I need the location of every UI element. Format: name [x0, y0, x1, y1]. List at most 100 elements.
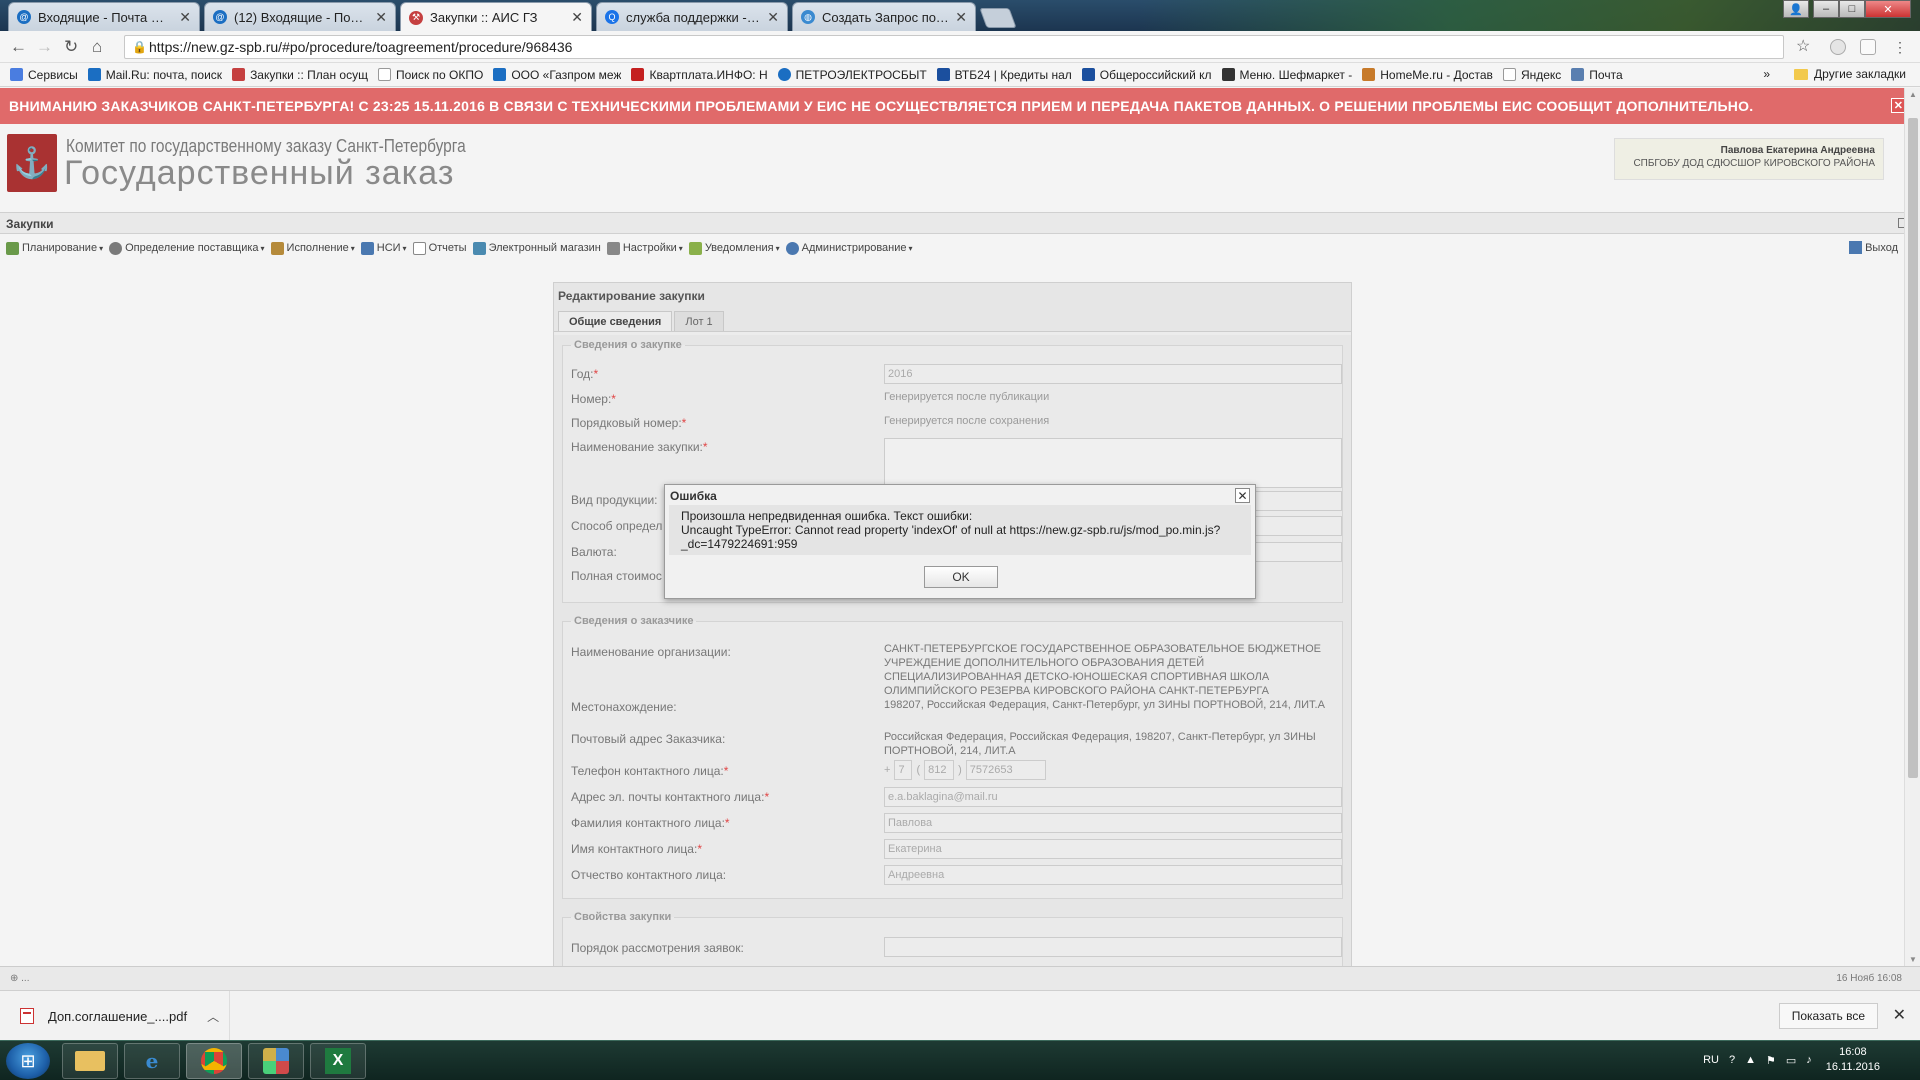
browser-tab-support-request[interactable]: ◍ Создать Запрос поддерж ✕	[792, 2, 976, 31]
bookmark-services[interactable]: Сервисы	[10, 68, 78, 82]
tab-general-info[interactable]: Общие сведения	[558, 311, 673, 332]
chrome-taskbar-icon[interactable]	[186, 1043, 242, 1079]
caret-down-icon: ▾	[678, 243, 683, 253]
extension-icon[interactable]	[1830, 39, 1846, 55]
caret-down-icon: ▾	[402, 243, 407, 253]
taskbar-clock[interactable]: 16:08 16.11.2016	[1826, 1045, 1880, 1075]
review-order-input[interactable]	[884, 937, 1342, 957]
bookmark-homeme[interactable]: HomeMe.ru - Достав	[1362, 68, 1493, 82]
bookmark-gazprom[interactable]: ООО «Газпром меж	[493, 68, 621, 82]
page-scrollbar[interactable]: ▲ ▼	[1904, 88, 1920, 966]
chevron-up-icon[interactable]: ︿	[207, 1008, 219, 1025]
maximize-icon[interactable]: □	[1839, 0, 1865, 18]
error-details-cont: _dc=1479224691:959	[681, 537, 798, 551]
new-tab-button[interactable]	[979, 8, 1017, 28]
bookmark-mailru[interactable]: Mail.Ru: почта, поиск	[87, 68, 222, 82]
language-indicator[interactable]: RU	[1703, 1054, 1719, 1066]
contact-patronymic-input[interactable]: Андреевна	[884, 865, 1342, 885]
menu-e-shop[interactable]: Электронный магазин	[472, 241, 601, 255]
scroll-down-icon[interactable]: ▼	[1909, 955, 1917, 964]
explorer-taskbar-icon[interactable]	[62, 1043, 118, 1079]
downloads-bar: Доп.соглашение_....pdf ︿ Показать все ✕	[0, 990, 1920, 1041]
contact-firstname-input[interactable]: Екатерина	[884, 839, 1342, 859]
bookmark-vtb24[interactable]: ВТБ24 | Кредиты нал	[936, 68, 1072, 82]
close-tab-icon[interactable]: ✕	[179, 9, 191, 26]
excel-taskbar-icon[interactable]: X	[310, 1043, 366, 1079]
ie-taskbar-icon[interactable]: e	[124, 1043, 180, 1079]
close-tab-icon[interactable]: ✕	[955, 9, 967, 26]
bookmark-chefmarket[interactable]: Меню. Шефмаркет -	[1221, 68, 1352, 82]
download-item[interactable]: Доп.соглашение_....pdf ︿	[0, 991, 230, 1041]
cast-icon[interactable]	[1860, 39, 1876, 55]
user-info-box[interactable]: Павлова Екатерина Андреевна СПБГОБУ ДОД …	[1614, 138, 1884, 180]
menu-supplier-determination[interactable]: Определение поставщика ▾	[109, 241, 265, 255]
menu-reports[interactable]: Отчеты	[412, 241, 467, 255]
show-all-downloads-button[interactable]: Показать все	[1778, 1003, 1878, 1029]
tab-lot-1[interactable]: Лот 1	[674, 311, 724, 332]
bookmark-yandex[interactable]: Яндекс	[1502, 68, 1561, 82]
browser-tab-mail-1[interactable]: @ Входящие - Почта Mail.R ✕	[8, 2, 200, 31]
address-bar[interactable]: 🔒 https://new.gz-spb.ru/#po/procedure/to…	[124, 35, 1784, 59]
menu-execution[interactable]: Исполнение ▾	[270, 241, 355, 255]
menu-label: Администрирование	[801, 242, 907, 254]
tray-overflow-icon[interactable]: ▲	[1745, 1054, 1756, 1066]
app-taskbar-icon[interactable]	[248, 1043, 304, 1079]
menu-administration[interactable]: Администрирование ▾	[785, 241, 913, 255]
phone-area-code-input[interactable]: 812	[924, 760, 955, 780]
user-profile-icon[interactable]: 👤	[1783, 0, 1809, 18]
close-tab-icon[interactable]: ✕	[571, 9, 583, 26]
minimize-icon[interactable]: –	[1813, 0, 1839, 18]
caret-down-icon: ▾	[908, 243, 913, 253]
bookmark-pochta[interactable]: Почта	[1571, 68, 1623, 82]
bookmark-label: Сервисы	[28, 67, 78, 82]
sequence-number-label: Порядковый номер:*	[571, 416, 687, 430]
ok-button[interactable]: OK	[924, 566, 998, 588]
contact-patronymic-label: Отчество контактного лица:	[571, 868, 727, 882]
browser-tab-support-search[interactable]: Q служба поддержки - 20 ✕	[596, 2, 788, 31]
close-tab-icon[interactable]: ✕	[375, 9, 387, 26]
close-window-icon[interactable]: ✕	[1865, 0, 1911, 18]
back-icon[interactable]: ←	[10, 37, 27, 57]
bookmark-kvartplata[interactable]: Квартплата.ИНФО: Н	[631, 68, 768, 82]
close-tab-icon[interactable]: ✕	[767, 9, 779, 26]
caret-down-icon: ▾	[775, 243, 780, 253]
network-icon[interactable]: ▭	[1786, 1054, 1796, 1067]
menu-icon[interactable]: ⋮	[1893, 39, 1907, 56]
forward-icon[interactable]: →	[36, 37, 53, 57]
contact-lastname-input[interactable]: Павлова	[884, 813, 1342, 833]
menu-settings[interactable]: Настройки ▾	[606, 241, 683, 255]
scrollbar-thumb[interactable]	[1908, 118, 1918, 778]
browser-tab-gz[interactable]: ⚒ Закупки :: АИС ГЗ ✕	[400, 2, 592, 31]
bookmark-petroelectrosbyt[interactable]: ПЕТРОЭЛЕКТРОСБЫТ	[777, 68, 927, 82]
bookmark-zakupki[interactable]: Закупки :: План осущ	[232, 68, 368, 82]
other-bookmarks-folder[interactable]: Другие закладки	[1794, 67, 1906, 81]
form-title: Редактирование закупки	[558, 289, 705, 303]
menu-planning[interactable]: Планирование ▾	[6, 241, 103, 255]
bookmark-classifier[interactable]: Общероссийский кл	[1081, 68, 1212, 82]
logout-button[interactable]: Выход	[1849, 241, 1898, 254]
bookmark-star-icon[interactable]: ☆	[1796, 36, 1810, 56]
help-icon[interactable]: ?	[1729, 1054, 1735, 1066]
bookmark-okpo[interactable]: Поиск по ОКПО	[377, 68, 483, 82]
admin-icon	[785, 241, 799, 255]
close-downloads-icon[interactable]: ✕	[1893, 1005, 1906, 1025]
browser-tab-strip: @ Входящие - Почта Mail.R ✕ @ (12) Входя…	[0, 0, 1920, 31]
reload-icon[interactable]: ↻	[64, 37, 78, 57]
browser-tab-mail-2[interactable]: @ (12) Входящие - Почта M ✕	[204, 2, 396, 31]
menu-notifications[interactable]: Уведомления ▾	[688, 241, 780, 255]
site-header: ⚓ Комитет по государственному заказу Сан…	[0, 124, 1920, 210]
phone-country-input[interactable]: 7	[894, 760, 913, 780]
action-center-icon[interactable]: ⚑	[1766, 1054, 1776, 1067]
section-legend: Свойства закупки	[574, 911, 672, 923]
procurement-name-input[interactable]	[884, 438, 1342, 488]
bookmarks-more-button[interactable]: »	[1763, 67, 1770, 81]
volume-icon[interactable]: ♪	[1806, 1054, 1812, 1066]
phone-number-input[interactable]: 7572653	[965, 760, 1046, 780]
scroll-up-icon[interactable]: ▲	[1909, 90, 1917, 99]
year-input[interactable]: 2016	[884, 364, 1342, 384]
menu-nsi[interactable]: НСИ ▾	[360, 241, 407, 255]
contact-email-input[interactable]: e.a.baklagina@mail.ru	[884, 787, 1342, 807]
start-button[interactable]: ⊞	[6, 1043, 50, 1079]
close-dialog-icon[interactable]: ✕	[1235, 488, 1250, 503]
home-icon[interactable]: ⌂	[92, 37, 102, 57]
